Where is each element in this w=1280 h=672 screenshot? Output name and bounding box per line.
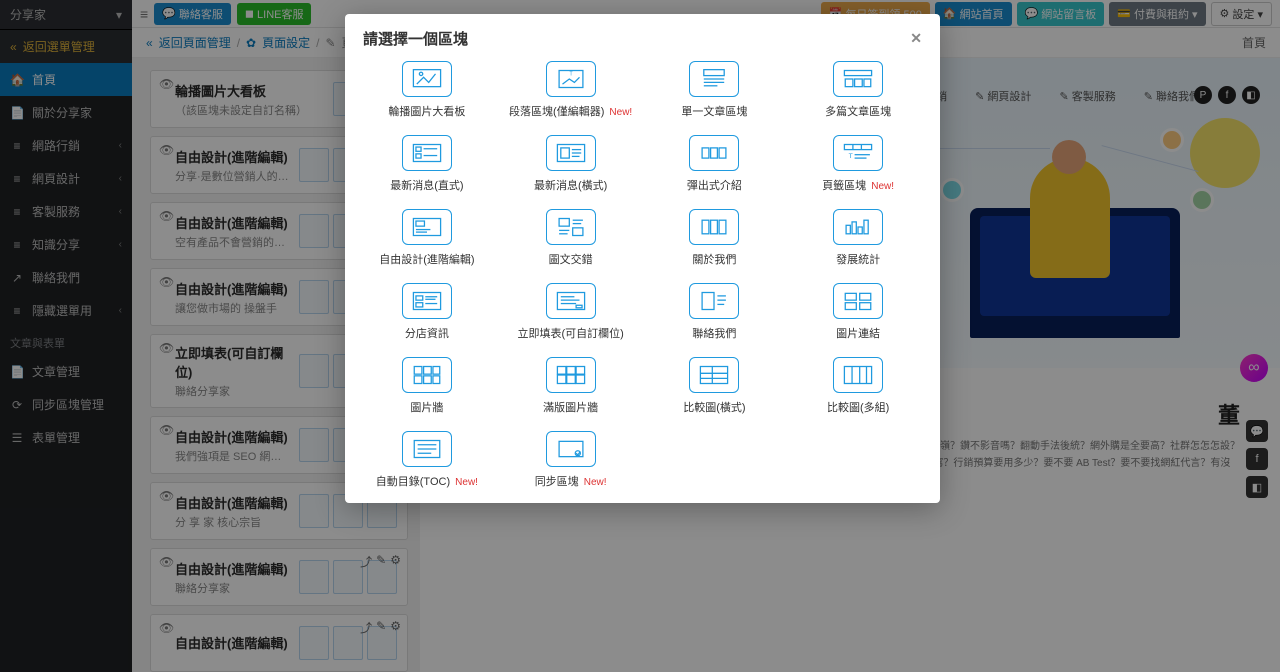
block-type-tile[interactable]: 自由設計(進階編輯) bbox=[357, 207, 497, 271]
block-type-tile[interactable]: 發展統計 bbox=[788, 207, 928, 271]
block-type-tile[interactable]: 比較圖(多組) bbox=[788, 355, 928, 419]
block-type-tile[interactable]: 彈出式介紹 bbox=[645, 133, 785, 197]
tile-icon bbox=[689, 357, 739, 393]
block-type-tile[interactable]: 同步區塊 New! bbox=[501, 429, 641, 493]
block-type-tile[interactable]: T 段落區塊(僅編輯器) New! bbox=[501, 59, 641, 123]
tile-label: 單一文章區塊 bbox=[645, 103, 785, 119]
block-type-tile[interactable]: 圖文交錯 bbox=[501, 207, 641, 271]
tile-label: 圖片牆 bbox=[357, 399, 497, 415]
block-type-tile[interactable]: 自動目錄(TOC) New! bbox=[357, 429, 497, 493]
tile-icon bbox=[402, 61, 452, 97]
tile-icon bbox=[546, 209, 596, 245]
tile-label: 自動目錄(TOC) New! bbox=[357, 473, 497, 489]
tile-icon bbox=[689, 61, 739, 97]
block-type-tile[interactable]: 圖片連結 bbox=[788, 281, 928, 345]
tile-label: 多篇文章區塊 bbox=[788, 103, 928, 119]
tile-label: 關於我們 bbox=[645, 251, 785, 267]
tile-icon bbox=[546, 283, 596, 319]
tile-icon bbox=[833, 357, 883, 393]
block-type-tile[interactable]: 分店資訊 bbox=[357, 281, 497, 345]
tile-icon bbox=[402, 135, 452, 171]
tile-label: 發展統計 bbox=[788, 251, 928, 267]
tile-label: 最新消息(橫式) bbox=[501, 177, 641, 193]
tile-label: 頁籤區塊 New! bbox=[788, 177, 928, 193]
tile-icon bbox=[546, 135, 596, 171]
svg-text:T: T bbox=[849, 153, 853, 160]
tile-label: 比較圖(多組) bbox=[788, 399, 928, 415]
tile-label: 最新消息(直式) bbox=[357, 177, 497, 193]
tile-icon bbox=[689, 283, 739, 319]
tile-label: 滿版圖片牆 bbox=[501, 399, 641, 415]
block-type-tile[interactable]: 滿版圖片牆 bbox=[501, 355, 641, 419]
close-icon[interactable]: ✕ bbox=[910, 30, 922, 47]
block-type-tile[interactable]: 立即填表(可自訂欄位) bbox=[501, 281, 641, 345]
tile-icon bbox=[689, 209, 739, 245]
tile-label: 自由設計(進階編輯) bbox=[357, 251, 497, 267]
tile-icon bbox=[402, 283, 452, 319]
tile-icon bbox=[546, 357, 596, 393]
tile-label: 圖文交錯 bbox=[501, 251, 641, 267]
tile-label: 圖片連結 bbox=[788, 325, 928, 341]
block-type-tile[interactable]: 單一文章區塊 bbox=[645, 59, 785, 123]
tile-label: 彈出式介紹 bbox=[645, 177, 785, 193]
block-type-tile[interactable]: 聯絡我們 bbox=[645, 281, 785, 345]
tile-icon bbox=[402, 357, 452, 393]
tile-label: 同步區塊 New! bbox=[501, 473, 641, 489]
block-type-tile[interactable]: 關於我們 bbox=[645, 207, 785, 271]
tile-label: 立即填表(可自訂欄位) bbox=[501, 325, 641, 341]
block-type-tile[interactable]: 多篇文章區塊 bbox=[788, 59, 928, 123]
new-badge: New! bbox=[455, 477, 478, 488]
tile-icon: T bbox=[833, 135, 883, 171]
block-picker-modal: 請選擇一個區塊 ✕ 輪播圖片大看板T 段落區塊(僅編輯器) New! 單一文章區… bbox=[345, 14, 940, 503]
tile-icon bbox=[689, 135, 739, 171]
tile-label: 分店資訊 bbox=[357, 325, 497, 341]
tile-icon bbox=[833, 61, 883, 97]
tile-label: 聯絡我們 bbox=[645, 325, 785, 341]
tile-icon bbox=[833, 209, 883, 245]
tile-label: 輪播圖片大看板 bbox=[357, 103, 497, 119]
block-type-tile[interactable]: T 頁籤區塊 New! bbox=[788, 133, 928, 197]
block-type-tile[interactable]: 輪播圖片大看板 bbox=[357, 59, 497, 123]
tile-icon bbox=[402, 209, 452, 245]
modal-title: 請選擇一個區塊 bbox=[363, 28, 468, 49]
tile-label: 段落區塊(僅編輯器) New! bbox=[501, 103, 641, 119]
new-badge: New! bbox=[609, 107, 632, 118]
block-type-tile[interactable]: 最新消息(橫式) bbox=[501, 133, 641, 197]
block-type-tile[interactable]: 比較圖(橫式) bbox=[645, 355, 785, 419]
tile-icon bbox=[546, 431, 596, 467]
new-badge: New! bbox=[871, 181, 894, 192]
tile-label: 比較圖(橫式) bbox=[645, 399, 785, 415]
block-type-tile[interactable]: 圖片牆 bbox=[357, 355, 497, 419]
svg-text:T: T bbox=[569, 72, 572, 78]
block-type-tile[interactable]: 最新消息(直式) bbox=[357, 133, 497, 197]
new-badge: New! bbox=[584, 477, 607, 488]
tile-icon: T bbox=[546, 61, 596, 97]
tile-icon bbox=[833, 283, 883, 319]
tile-icon bbox=[402, 431, 452, 467]
